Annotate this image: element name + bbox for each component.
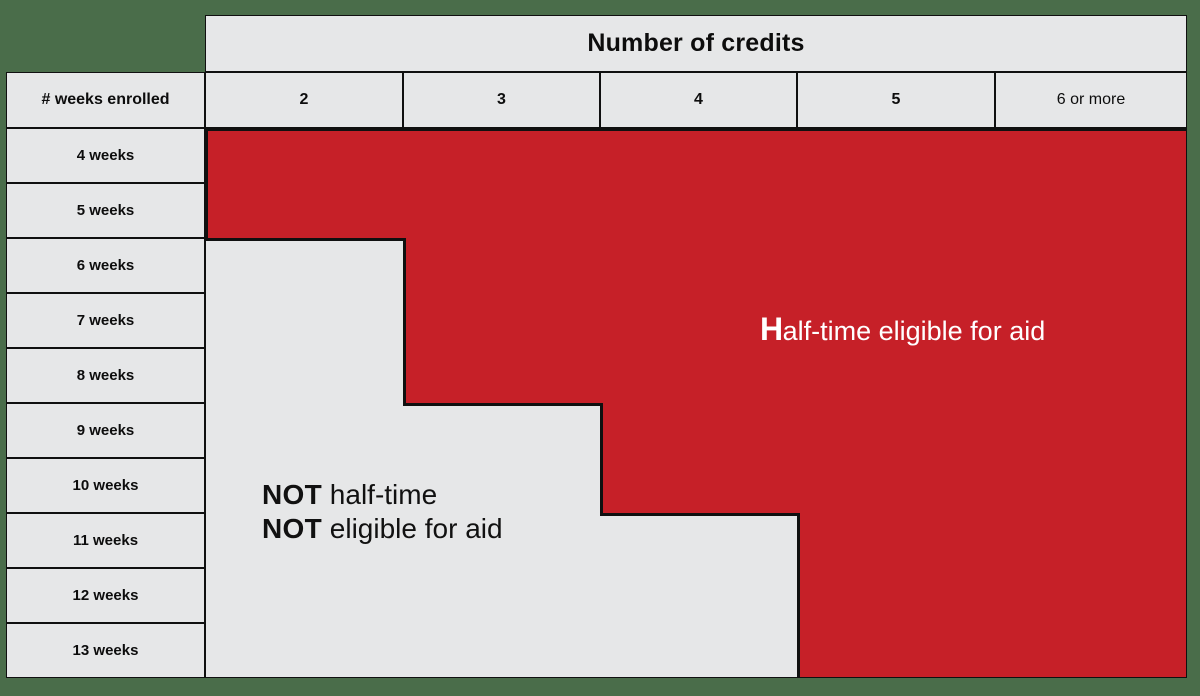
chart-title-number-of-credits: Number of credits [205,15,1187,72]
annotation-half-time-eligible: Half-time eligible for aid [760,310,1045,349]
column-header-credits-3: 3 [403,72,600,128]
eligibility-matrix-chart: Number of credits # weeks enrolled 23456… [0,0,1200,696]
row-label-5-weeks: 5 weeks [6,183,205,238]
row-label-9-weeks: 9 weeks [6,403,205,458]
column-header-credits-4: 4 [600,72,797,128]
annotation-not-line-2: NOT eligible for aid [262,512,503,546]
row-label-4-weeks: 4 weeks [6,128,205,183]
annotation-eligible-lead-letter: H [760,311,783,347]
annotation-not-line-1-strong: NOT [262,479,323,510]
row-label-11-weeks: 11 weeks [6,513,205,568]
row-label-7-weeks: 7 weeks [6,293,205,348]
eligibility-plot-area [205,128,1187,678]
row-label-13-weeks: 13 weeks [6,623,205,678]
annotation-not-line-2-rest: eligible for aid [322,513,503,545]
row-axis-label-weeks-enrolled: # weeks enrolled [6,72,205,128]
annotation-not-line-2-strong: NOT [262,513,323,545]
row-label-8-weeks: 8 weeks [6,348,205,403]
column-header-credits-5: 5 [797,72,995,128]
row-label-12-weeks: 12 weeks [6,568,205,623]
row-label-6-weeks: 6 weeks [6,238,205,293]
column-header-credits-2: 2 [205,72,403,128]
annotation-eligible-rest: alf-time eligible for aid [782,316,1046,346]
row-label-10-weeks: 10 weeks [6,458,205,513]
eligibility-region-svg [206,129,1186,677]
column-header-credits-6-or-more: 6 or more [995,72,1187,128]
annotation-not-line-1: NOT half-time [262,478,503,512]
half-time-eligible-region [206,129,1186,677]
annotation-not-line-1-rest: half-time [322,479,438,510]
annotation-not-half-time-not-eligible: NOT half-time NOT eligible for aid [262,478,503,546]
